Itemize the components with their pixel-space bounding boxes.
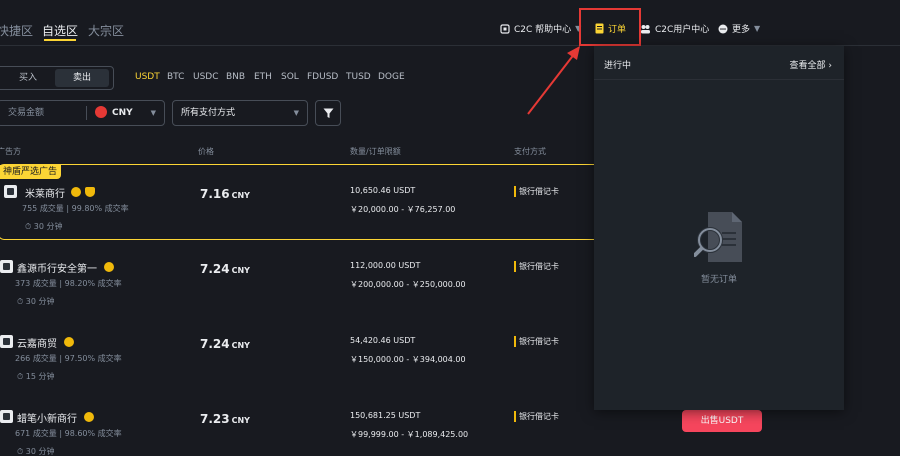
ad-price: 7.24 CNY: [200, 337, 250, 351]
buy-option[interactable]: 买入: [1, 69, 55, 87]
chevron-down-icon: ▼: [293, 109, 299, 117]
filter-button[interactable]: [315, 100, 341, 126]
clock-icon: ⏱: [25, 222, 32, 231]
merchant-name[interactable]: 蜡笔小新商行: [17, 410, 77, 425]
nav-user-center[interactable]: C2C用户中心: [640, 22, 709, 35]
currency-select[interactable]: CNY: [95, 101, 133, 125]
tab-block-zone[interactable]: 大宗区: [88, 22, 124, 39]
ad-payment-method: 银行借记卡: [514, 411, 559, 422]
chevron-down-icon: ▼: [754, 24, 761, 33]
ad-price: 7.23 CNY: [200, 412, 250, 426]
orders-dropdown-panel: 进行中 查看全部 › 暂无订单: [594, 46, 844, 410]
payment-time: ⏱ 30 分钟: [17, 447, 55, 456]
verified-badge-icon: [64, 337, 74, 347]
tab-active-underline: [44, 39, 77, 41]
clock-icon: ⏱: [17, 297, 24, 306]
coin-tab-tusd[interactable]: TUSD: [346, 72, 371, 82]
payment-select-label: 所有支付方式: [181, 108, 236, 118]
merchant-name[interactable]: 米莱商行: [25, 185, 65, 200]
merchant-stats: 755 成交量 | 99.80% 成交率: [22, 204, 129, 213]
chevron-right-icon: ›: [828, 61, 832, 71]
ad-price: 7.16 CNY: [200, 187, 250, 201]
ad-quantity: 10,650.46 USDT: [350, 186, 416, 195]
tab-quick-zone[interactable]: 快捷区: [0, 22, 33, 39]
field-divider: [86, 106, 87, 120]
ad-limit: ￥150,000.00 - ￥394,004.00: [350, 355, 466, 364]
ad-quantity: 54,420.46 USDT: [350, 336, 416, 345]
coin-tab-eth[interactable]: ETH: [254, 72, 272, 82]
nav-more-label: 更多: [732, 25, 751, 35]
nav-user-center-label: C2C用户中心: [655, 25, 710, 35]
tab-watchlist-zone[interactable]: 自选区: [42, 22, 78, 41]
verified-badge-icon: [104, 262, 114, 272]
clock-icon: ⏱: [17, 372, 24, 381]
help-icon: [500, 23, 510, 34]
ad-limit: ￥20,000.00 - ￥76,257.00: [350, 205, 456, 214]
merchant-stats: 373 成交量 | 98.20% 成交率: [15, 279, 122, 288]
ad-payment-method: 银行借记卡: [514, 186, 559, 197]
merchant-stats: 671 成交量 | 98.60% 成交率: [15, 429, 122, 438]
coin-tab-doge[interactable]: DOGE: [378, 72, 405, 82]
amount-input[interactable]: 交易金额: [8, 101, 44, 125]
orders-panel-header: 进行中 查看全部 ›: [594, 46, 844, 80]
ad-quantity: 112,000.00 USDT: [350, 261, 421, 270]
view-all-link[interactable]: 查看全部 ›: [790, 58, 833, 71]
verified-badge-icon: [84, 412, 94, 422]
coin-tab-btc[interactable]: BTC: [167, 72, 184, 82]
coin-tab-usdt[interactable]: USDT: [135, 72, 160, 82]
merchant-name[interactable]: 云嘉商贸: [17, 335, 57, 350]
ad-limit: ￥99,999.00 - ￥1,089,425.00: [350, 430, 469, 439]
header-payment: 支付方式: [514, 147, 546, 156]
empty-orders-text: 暂无订单: [700, 275, 737, 285]
header-advertiser: 广告方: [0, 147, 21, 156]
filter-icon: [323, 108, 334, 118]
coin-tab-bnb[interactable]: BNB: [226, 72, 245, 82]
merchant-avatar: [0, 335, 13, 348]
ad-quantity: 150,681.25 USDT: [350, 411, 421, 420]
chevron-down-icon: ▼: [150, 109, 156, 117]
merchant-avatar: [0, 410, 13, 423]
shield-icon: [85, 187, 95, 197]
payment-method-select[interactable]: 所有支付方式 ▼: [172, 100, 308, 126]
merchant-name[interactable]: 鑫源币行安全第一: [17, 260, 97, 275]
featured-ad-frame: 神盾严选广告: [0, 164, 602, 240]
header-price: 价格: [198, 147, 214, 156]
verified-badge-icon: [71, 187, 81, 197]
nav-more[interactable]: 更多 ▼: [718, 22, 760, 35]
trade-side-toggle: 买入 卖出: [0, 66, 114, 90]
more-icon: [718, 24, 728, 33]
merchant-avatar: [0, 260, 13, 273]
ad-payment-method: 银行借记卡: [514, 261, 559, 272]
orders-panel-title: 进行中: [604, 61, 632, 71]
ad-payment-method: 银行借记卡: [514, 336, 559, 347]
sell-option[interactable]: 卖出: [55, 69, 109, 87]
coin-tab-sol[interactable]: SOL: [281, 72, 299, 82]
top-bar: 快捷区 自选区 大宗区 C2C 帮助中心 ▼ 订单 C2C用户中心 更多 ▼: [0, 0, 900, 46]
payment-time: ⏱ 30 分钟: [25, 222, 63, 231]
coin-tab-usdc[interactable]: USDC: [193, 72, 219, 82]
amount-currency-field: 交易金额 CNY ▼: [0, 100, 165, 126]
payment-time: ⏱ 30 分钟: [17, 297, 55, 306]
header-quantity-limit: 数量/订单限额: [350, 147, 401, 156]
featured-ad-tag: 神盾严选广告: [0, 165, 62, 179]
merchant-avatar: [4, 185, 17, 198]
ad-price: 7.24 CNY: [200, 262, 250, 276]
cny-flag-icon: [95, 105, 107, 118]
currency-label: CNY: [112, 108, 133, 118]
ad-limit: ￥200,000.00 - ￥250,000.00: [350, 280, 466, 289]
empty-orders-icon: [694, 212, 742, 262]
merchant-stats: 266 成交量 | 97.50% 成交率: [15, 354, 122, 363]
annotation-arrow: [527, 46, 580, 115]
nav-help-center[interactable]: C2C 帮助中心 ▼: [500, 22, 581, 35]
sell-usdt-button[interactable]: 出售USDT: [682, 410, 762, 432]
payment-time: ⏱ 15 分钟: [17, 372, 55, 381]
coin-tab-fdusd[interactable]: FDUSD: [307, 72, 338, 82]
nav-help-center-label: C2C 帮助中心: [514, 25, 572, 35]
clock-icon: ⏱: [17, 447, 24, 456]
users-icon: [641, 24, 650, 33]
